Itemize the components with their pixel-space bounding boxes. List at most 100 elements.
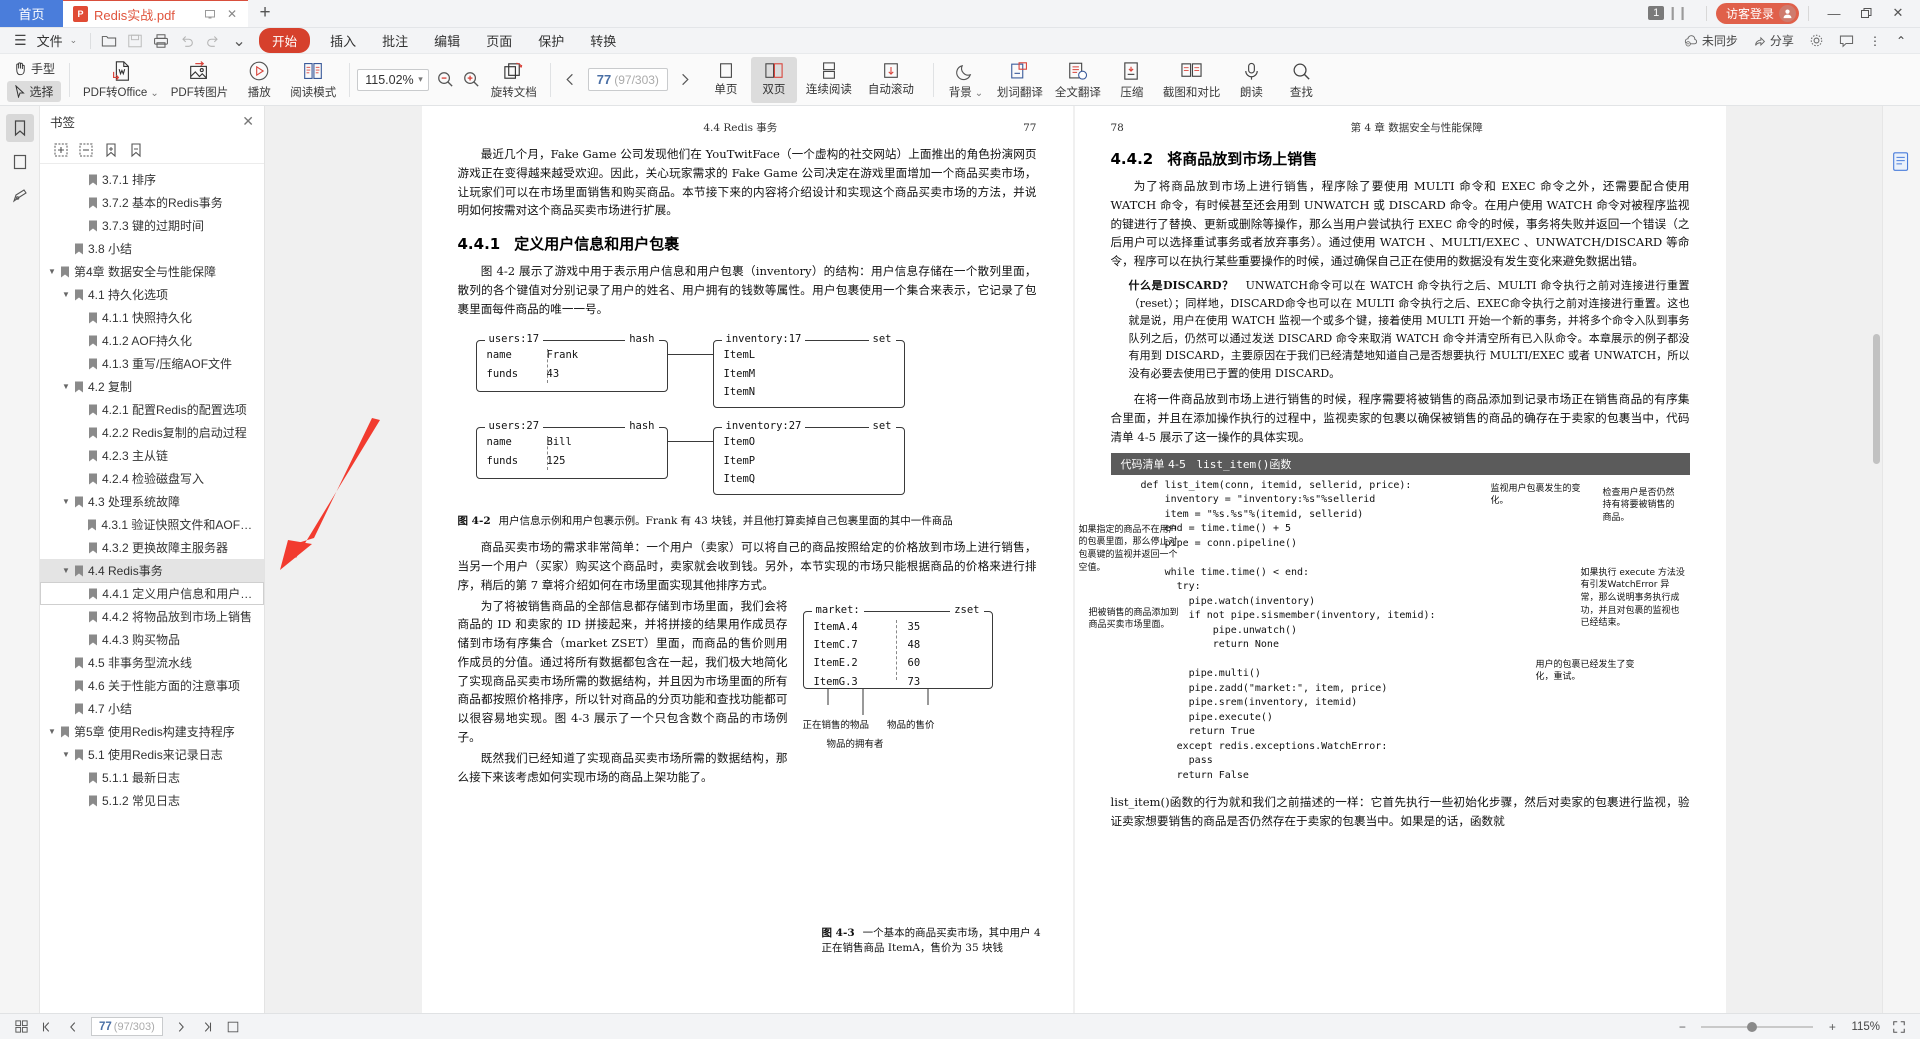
bookmark-item[interactable]: 4.2.3 主从链 (40, 444, 264, 467)
status-first-page-button[interactable] (36, 1017, 58, 1037)
status-next-page-button[interactable] (170, 1017, 192, 1037)
login-button[interactable]: 访客登录 (1716, 3, 1799, 24)
bookmark-item[interactable]: 3.7.2 基本的Redis事务 (40, 191, 264, 214)
expand-all-icon[interactable] (50, 139, 72, 161)
expand-triangle-icon[interactable]: ▼ (60, 750, 72, 759)
share-button[interactable]: 分享 (1747, 32, 1800, 49)
new-tab-button[interactable]: + (248, 0, 282, 27)
tab-restore-icon[interactable] (202, 6, 218, 22)
bookmark-item[interactable]: 4.7 小结 (40, 697, 264, 720)
hand-tool-button[interactable]: 手型 (9, 58, 59, 79)
rail-thumbnails-button[interactable] (6, 148, 34, 176)
background-button[interactable]: 背景 (941, 56, 991, 104)
print-icon[interactable] (148, 30, 174, 52)
pdf-viewer[interactable]: 4.4 Redis 事务 77 最近几个月，Fake Game 公司发现他们在 … (265, 106, 1882, 1013)
expand-triangle-icon[interactable]: ▼ (46, 267, 58, 276)
window-maximize-button[interactable] (1850, 0, 1882, 27)
rail-annotations-button[interactable] (6, 182, 34, 210)
status-page-input[interactable]: 77 (97/303) (91, 1017, 163, 1036)
status-last-page-button[interactable] (196, 1017, 218, 1037)
play-button[interactable]: 播放 (234, 56, 284, 104)
select-tool-button[interactable]: 选择 (7, 81, 60, 102)
word-translate-button[interactable]: 划词翻译 (991, 56, 1049, 104)
view-single-page[interactable]: 单页 (703, 57, 749, 103)
zoom-out-button[interactable] (433, 67, 459, 93)
view-double-page[interactable]: 双页 (751, 57, 797, 103)
bookmark-item[interactable]: ▼第4章 数据安全与性能保障 (40, 260, 264, 283)
expand-triangle-icon[interactable]: ▼ (60, 290, 72, 299)
bookmark-item[interactable]: 3.7.3 键的过期时间 (40, 214, 264, 237)
tab-document[interactable]: P Redis实战.pdf ✕ (63, 0, 248, 27)
rail-bookmarks-button[interactable] (6, 114, 34, 142)
view-auto-scroll[interactable]: 自动滚动 (861, 57, 921, 103)
bookmark-item[interactable]: ▼第5章 使用Redis构建支持程序 (40, 720, 264, 743)
bookmark-item[interactable]: 4.1.1 快照持久化 (40, 306, 264, 329)
screenshot-compare-button[interactable]: 截图和对比 (1157, 56, 1227, 104)
zoom-input[interactable]: 115.02% ▾ (357, 69, 429, 91)
bookmark-item[interactable]: 4.1.2 AOF持久化 (40, 329, 264, 352)
status-zoom-in-button[interactable]: + (1821, 1017, 1843, 1037)
collapse-all-icon[interactable] (75, 139, 97, 161)
save-icon[interactable] (122, 30, 148, 52)
viewer-scrollbar[interactable] (1871, 106, 1882, 1013)
compress-button[interactable]: 压缩 (1107, 56, 1157, 104)
search-button[interactable]: 查找 (1276, 56, 1326, 104)
tab-close-icon[interactable]: ✕ (224, 6, 240, 22)
status-zoom-out-button[interactable]: − (1671, 1017, 1693, 1037)
open-icon[interactable] (96, 30, 122, 52)
close-icon[interactable]: ✕ (242, 113, 254, 130)
read-aloud-button[interactable]: 朗读 (1226, 56, 1276, 104)
ribbon-tab-edit[interactable]: 编辑 (421, 31, 473, 50)
tab-stack-icon[interactable]: ❙❙ (1667, 5, 1687, 21)
expand-triangle-icon[interactable]: ▼ (60, 566, 72, 575)
ribbon-tab-convert[interactable]: 转换 (577, 31, 629, 50)
comment-icon[interactable] (1833, 34, 1860, 48)
bookmark-item[interactable]: 4.4.1 定义用户信息和用户包裹 (40, 582, 264, 605)
pdf-to-office-button[interactable]: PDF转Office (77, 56, 165, 104)
window-close-button[interactable]: ✕ (1882, 0, 1914, 27)
expand-triangle-icon[interactable]: ▼ (60, 382, 72, 391)
pdf-to-image-button[interactable]: PDF转图片 (165, 56, 235, 104)
hamburger-icon[interactable]: ☰ (10, 32, 31, 49)
gear-icon[interactable] (1803, 33, 1830, 48)
bookmark-item[interactable]: 4.3.1 验证快照文件和AOF文件 (40, 513, 264, 536)
customize-quick-access-icon[interactable]: ⌄ (226, 30, 252, 52)
rotate-document-button[interactable]: 旋转文档 (485, 56, 543, 104)
ribbon-tab-insert[interactable]: 插入 (317, 31, 369, 50)
delete-bookmark-icon[interactable] (125, 139, 147, 161)
expand-triangle-icon[interactable]: ▼ (46, 727, 58, 736)
zoom-slider-knob[interactable] (1747, 1022, 1757, 1032)
zoom-slider[interactable] (1701, 1020, 1813, 1034)
ribbon-tab-page[interactable]: 页面 (473, 31, 525, 50)
cloud-doc-button[interactable] (1888, 148, 1916, 176)
sync-status[interactable]: 未同步 (1678, 32, 1744, 49)
bookmark-item[interactable]: 4.1.3 重写/压缩AOF文件 (40, 352, 264, 375)
ribbon-tab-start[interactable]: 开始 (259, 28, 310, 53)
kebab-icon[interactable]: ⋮ (1863, 34, 1887, 48)
view-continuous[interactable]: 连续阅读 (799, 57, 859, 103)
tab-home[interactable]: 首页 (0, 0, 63, 27)
bookmark-item[interactable]: ▼4.4 Redis事务 (40, 559, 264, 582)
bookmark-item[interactable]: 5.1.2 常见日志 (40, 789, 264, 812)
fit-page-icon[interactable] (222, 1017, 244, 1037)
bookmark-item[interactable]: ▼5.1 使用Redis来记录日志 (40, 743, 264, 766)
bookmark-item[interactable]: 3.8 小结 (40, 237, 264, 260)
ribbon-tab-comment[interactable]: 批注 (369, 31, 421, 50)
bookmark-item[interactable]: 4.2.2 Redis复制的启动过程 (40, 421, 264, 444)
expand-triangle-icon[interactable]: ▼ (60, 497, 72, 506)
prev-page-button[interactable] (558, 67, 584, 93)
chevron-down-icon[interactable]: ▾ (415, 74, 426, 85)
fullscreen-icon[interactable] (1888, 1017, 1910, 1037)
status-thumbnail-button[interactable] (10, 1017, 32, 1037)
chevron-up-icon[interactable]: ⌃ (1890, 34, 1912, 48)
bookmark-item[interactable]: 4.2.1 配置Redis的配置选项 (40, 398, 264, 421)
bookmark-item[interactable]: ▼4.3 处理系统故障 (40, 490, 264, 513)
bookmark-item[interactable]: 5.1.1 最新日志 (40, 766, 264, 789)
page-number-input[interactable]: 77 (97/303) (588, 68, 668, 91)
scrollbar-thumb[interactable] (1873, 334, 1880, 464)
chevron-down-icon[interactable]: ⌄ (67, 35, 86, 46)
status-zoom-value[interactable]: 115% (1851, 1021, 1880, 1033)
bookmark-item[interactable]: 4.4.2 将物品放到市场上销售 (40, 605, 264, 628)
next-page-button[interactable] (672, 67, 698, 93)
zoom-in-button[interactable] (459, 67, 485, 93)
